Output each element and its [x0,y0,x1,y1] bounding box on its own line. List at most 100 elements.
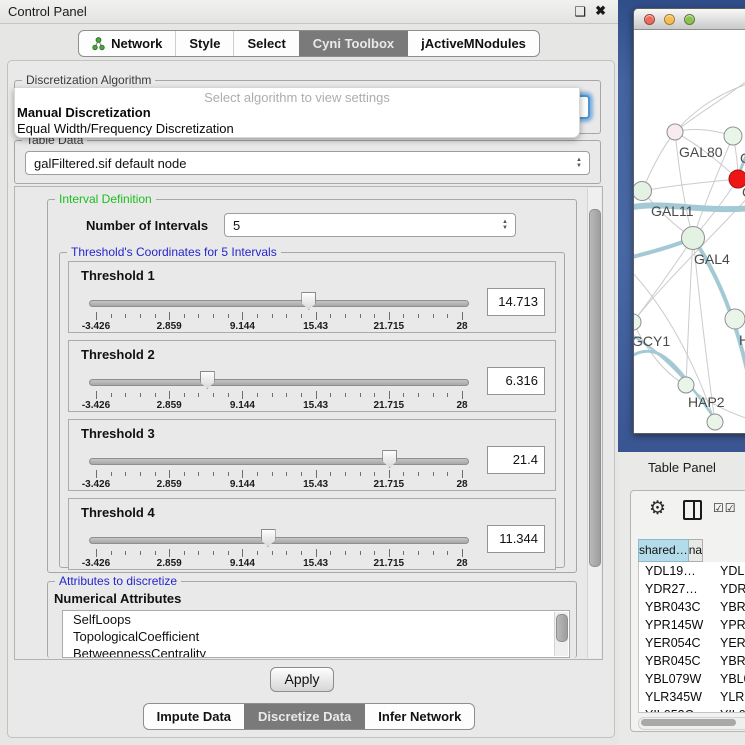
list-item[interactable]: SelfLoops [63,611,569,628]
table-row[interactable]: YIL052C YIL0 [639,706,745,713]
table-row[interactable]: YER054C YER0 [639,634,745,652]
scrollbar-thumb[interactable] [589,209,601,567]
column-header[interactable]: shared… [638,539,689,562]
network-node[interactable] [678,377,694,393]
network-window-titlebar[interactable] [634,9,745,30]
slider-track[interactable] [89,537,469,544]
bottom-tab[interactable]: Infer Network [364,704,474,729]
slider-handle[interactable] [301,292,316,310]
control-panel-tab[interactable]: jActiveMNodules [407,31,539,56]
table-data-combobox[interactable]: galFiltered.sif default node ▲▼ [25,151,590,175]
network-view-window[interactable]: GAL80G.CGAL11GAL4GCY1HHAP2 [633,8,745,434]
network-node[interactable] [707,414,723,430]
slider-tick-labels: -3.4262.8599.14415.4321.71528 [96,479,462,491]
close-traffic-light-icon[interactable] [644,14,655,25]
network-node-label: H [739,332,745,348]
gear-icon[interactable]: ⚙ [649,497,666,520]
slider-ticks [96,391,462,399]
list-item[interactable]: BetweennessCentrality [63,645,569,658]
list-item[interactable]: TopologicalCoefficient [63,628,569,645]
network-node-label: G. [740,150,745,166]
close-window-icon[interactable]: ✖ [595,3,606,19]
bottom-tab[interactable]: Impute Data [144,704,244,729]
zoom-traffic-light-icon[interactable] [684,14,695,25]
slider-handle[interactable] [382,450,397,468]
table-row[interactable]: YDL19… YDL1 [639,562,745,580]
network-node-label: GAL11 [651,203,694,219]
numerical-attributes-list[interactable]: SelfLoopsTopologicalCoefficientBetweenne… [62,610,570,658]
network-node[interactable] [682,227,705,250]
table-row[interactable]: YPR145W YPR1 [639,616,745,634]
table-cell: YLR345W [639,688,712,706]
network-node[interactable] [667,124,683,140]
slider-ticks [96,549,462,557]
network-node-label: GAL80 [679,144,723,160]
network-node[interactable] [724,127,742,145]
threshold-value-field[interactable]: 11.344 [487,525,545,553]
table-cell: YER054C [639,634,712,652]
slider-tick-labels: -3.4262.8599.14415.4321.71528 [96,400,462,412]
scrollbar-thumb[interactable] [641,719,736,726]
table-cell: YBR0 [712,652,745,670]
algorithm-dropdown-popup: Select algorithm to view settings Manual… [14,88,580,138]
list-scrollbar[interactable] [554,612,568,656]
threshold-slider[interactable]: -3.4262.8599.14415.4321.71528 [89,527,469,567]
split-columns-icon[interactable] [683,500,702,520]
control-panel-tab[interactable]: Select [233,31,298,56]
tab-label: jActiveMNodules [421,36,526,51]
number-of-intervals-combobox[interactable]: 5 ▲▼ [224,213,516,237]
threshold-slider[interactable]: -3.4262.8599.14415.4321.71528 [89,290,469,330]
table-cell: YDR27… [639,580,712,598]
slider-track[interactable] [89,300,469,307]
minimize-traffic-light-icon[interactable] [664,14,675,25]
threshold-label: Threshold 2 [81,347,155,362]
threshold-value-field[interactable]: 14.713 [487,288,545,316]
table-cell: YBR045C [639,652,712,670]
threshold-value-field[interactable]: 21.4 [487,446,545,474]
dropdown-option[interactable]: Equal Width/Frequency Discretization [15,121,579,137]
scrollbar-thumb[interactable] [556,614,568,642]
control-panel-title: Control Panel [8,4,87,19]
thresholds-group-title: Threshold's Coordinates for 5 Intervals [67,245,281,259]
settings-scrollbar[interactable] [587,188,601,658]
table-panel-toolbar: ⚙ ☑☑ [631,491,745,533]
table-row[interactable]: YBR043C YBR0 [639,598,745,616]
table-cell: YIL052C [639,706,712,713]
control-panel-tab[interactable]: Style [175,31,233,56]
network-node[interactable] [634,182,652,201]
network-node[interactable] [634,314,641,330]
control-panel-tab[interactable]: Network [79,31,175,56]
float-window-icon[interactable]: ❑ [574,4,586,20]
bottom-tab[interactable]: Discretize Data [244,704,364,729]
table-cell: YPR1 [712,616,745,634]
table-row[interactable]: YBL079W YBL0 [639,670,745,688]
table-row[interactable]: YLR345W YLR3 [639,688,745,706]
table-row[interactable]: YBR045C YBR0 [639,652,745,670]
table-cell: YDR2 [712,580,745,598]
numerical-attributes-label: Numerical Attributes [54,591,181,606]
network-node-label: GCY1 [634,333,670,349]
table-header-row: shared…na [638,539,745,562]
network-node[interactable] [725,309,745,329]
apply-button[interactable]: Apply [270,667,334,692]
network-canvas[interactable]: GAL80G.CGAL11GAL4GCY1HHAP2 [634,30,745,433]
threshold-slider[interactable]: -3.4262.8599.14415.4321.71528 [89,448,469,488]
threshold-slider[interactable]: -3.4262.8599.14415.4321.71528 [89,369,469,409]
interval-definition-title: Interval Definition [55,192,156,206]
table-horizontal-scrollbar[interactable] [638,717,745,730]
table-row[interactable]: YDR27… YDR2 [639,580,745,598]
attributes-group-title: Attributes to discretize [55,574,181,588]
network-node-label: GAL4 [694,251,730,267]
slider-track[interactable] [89,458,469,465]
control-panel-tab[interactable]: Cyni Toolbox [299,31,407,56]
number-of-intervals-value: 5 [233,218,240,233]
slider-handle[interactable] [200,371,215,389]
dropdown-option[interactable]: Manual Discretization [15,105,579,121]
slider-track[interactable] [89,379,469,386]
select-all-icons[interactable]: ☑☑ [713,501,737,515]
column-header[interactable]: na [689,539,703,562]
table-cell: YBL0 [712,670,745,688]
threshold-value-field[interactable]: 6.316 [487,367,545,395]
slider-handle[interactable] [261,529,276,547]
tab-label: Style [189,36,220,51]
